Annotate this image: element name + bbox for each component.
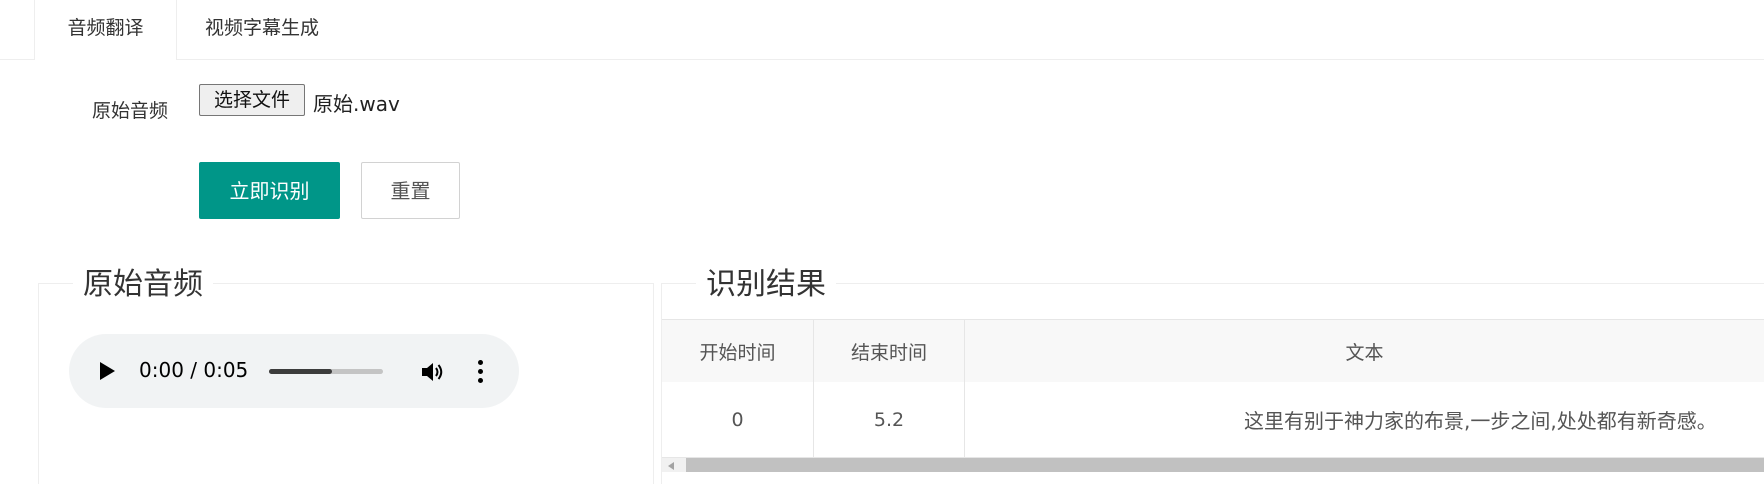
volume-icon[interactable]: [420, 360, 446, 384]
audio-time: 0:00 / 0:05: [139, 358, 249, 382]
audio-progress-fill: [269, 369, 332, 374]
choose-file-button[interactable]: 选择文件: [199, 84, 305, 116]
audio-progress-bar[interactable]: [269, 369, 383, 374]
scroll-thumb[interactable]: [686, 458, 1764, 472]
recognize-button[interactable]: 立即识别: [199, 162, 340, 219]
more-options-icon[interactable]: [474, 360, 486, 386]
audio-field-label: 原始音频: [92, 100, 169, 122]
cell-end-time: 5.2: [814, 382, 965, 457]
cell-start-time: 0: [662, 382, 814, 457]
column-header-text: 文本: [1345, 341, 1384, 364]
original-audio-title: 原始音频: [73, 263, 213, 307]
table-header: 开始时间 结束时间 文本: [662, 319, 1764, 383]
table-row: 0 5.2 这里有别于神力家的布景,一步之间,处处都有新奇感。: [662, 382, 1764, 458]
table-horizontal-scrollbar[interactable]: [662, 458, 1764, 472]
selected-file-name: 原始.wav: [313, 92, 400, 116]
reset-button[interactable]: 重置: [361, 162, 460, 219]
tab-video-subtitle[interactable]: 视频字幕生成: [176, 0, 348, 59]
play-icon[interactable]: [100, 362, 115, 380]
scroll-left-icon[interactable]: [668, 462, 674, 470]
tab-audio-translate[interactable]: 音频翻译: [34, 0, 177, 60]
recognition-result-title: 识别结果: [696, 263, 836, 307]
column-header-end: 结束时间: [814, 320, 965, 382]
tab-bar: 音频翻译 视频字幕生成: [0, 0, 1764, 60]
cell-text: 这里有别于神力家的布景,一步之间,处处都有新奇感。: [1244, 409, 1717, 433]
column-header-start: 开始时间: [662, 320, 814, 382]
